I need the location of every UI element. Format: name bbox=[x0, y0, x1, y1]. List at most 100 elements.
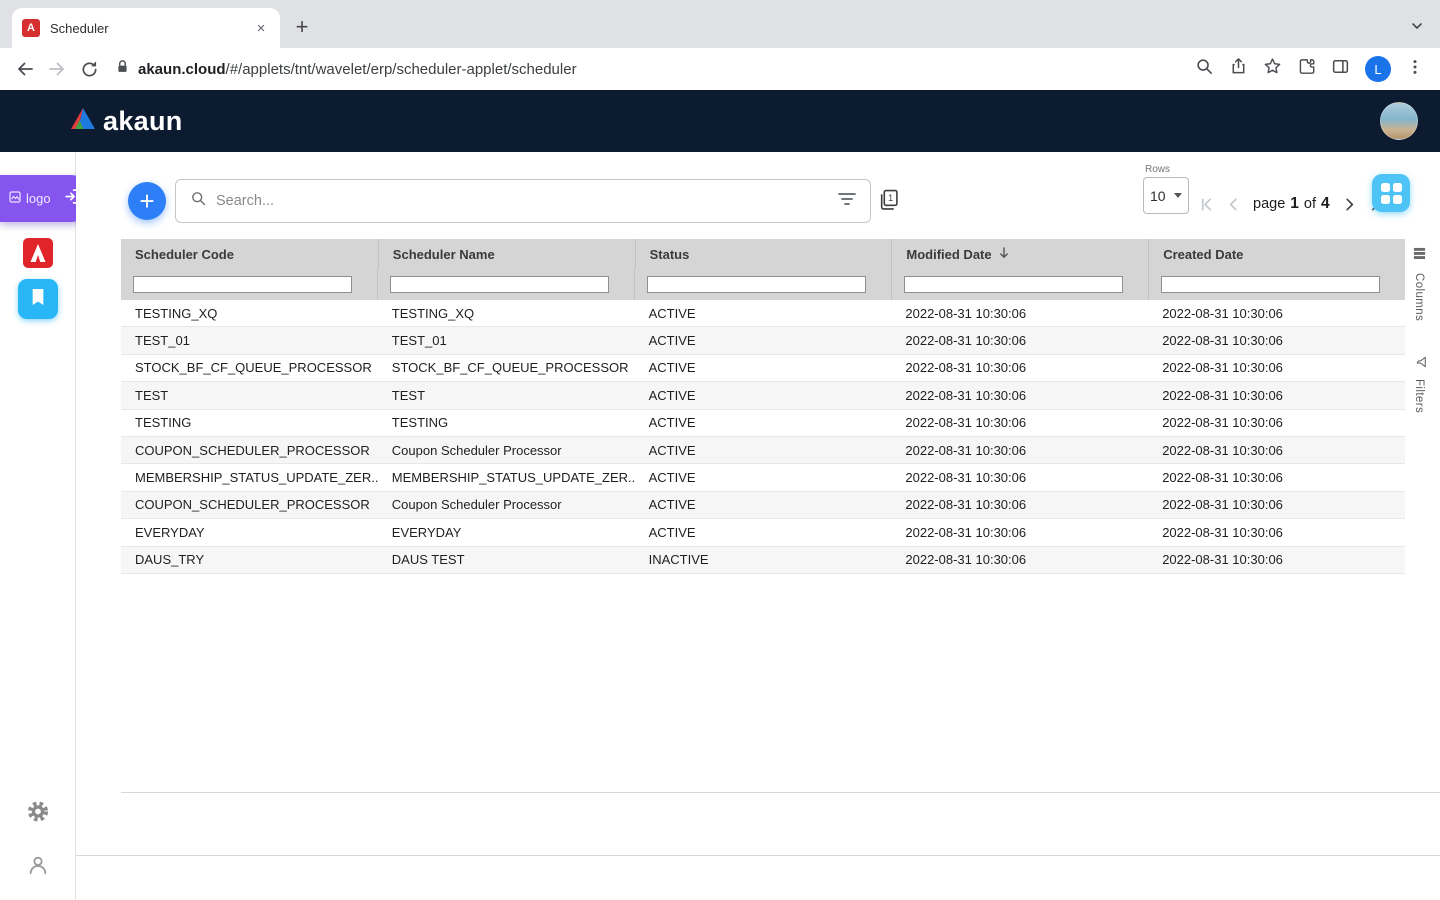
extensions-puzzle-icon[interactable] bbox=[1297, 57, 1316, 81]
left-sidebar: logo bbox=[0, 152, 76, 900]
cell-modified-date: 2022-08-31 10:30:06 bbox=[891, 492, 1148, 518]
cell-created-date: 2022-08-31 10:30:06 bbox=[1148, 492, 1405, 518]
reload-icon[interactable] bbox=[74, 54, 104, 84]
cell-status: ACTIVE bbox=[635, 437, 892, 463]
table-row[interactable]: TEST_01 TEST_01 ACTIVE 2022-08-31 10:30:… bbox=[121, 327, 1405, 354]
bookmark-applet-button[interactable] bbox=[18, 279, 58, 319]
tab-list-chevron-icon[interactable] bbox=[1410, 19, 1424, 38]
cell-created-date: 2022-08-31 10:30:06 bbox=[1148, 464, 1405, 490]
browser-menu-dots-icon[interactable] bbox=[1406, 58, 1424, 81]
filter-list-icon[interactable] bbox=[838, 192, 856, 211]
new-tab-button[interactable]: + bbox=[286, 11, 318, 43]
add-scheduler-button[interactable]: + bbox=[128, 182, 166, 220]
settings-gear-icon[interactable] bbox=[26, 800, 49, 828]
address-bar: akaun.cloud/#/applets/tnt/wavelet/erp/sc… bbox=[0, 48, 1440, 90]
table-row[interactable]: COUPON_SCHEDULER_PROCESSOR Coupon Schedu… bbox=[121, 437, 1405, 464]
filter-input-scheduler-code[interactable] bbox=[133, 276, 352, 293]
scheduler-table: Scheduler Code Scheduler Name Status Mod… bbox=[121, 239, 1431, 574]
rows-value: 10 bbox=[1150, 188, 1166, 204]
rows-select[interactable]: 10 bbox=[1143, 177, 1189, 214]
side-panel-icon[interactable] bbox=[1331, 57, 1350, 81]
page-word: page bbox=[1253, 196, 1285, 212]
cell-scheduler-name: DAUS TEST bbox=[378, 547, 635, 573]
main-content: + 1 Rows 10 bbox=[76, 152, 1440, 900]
brand-name: akaun bbox=[103, 106, 183, 137]
search-input[interactable] bbox=[216, 193, 829, 209]
back-icon[interactable] bbox=[10, 54, 40, 84]
cell-status: ACTIVE bbox=[635, 355, 892, 381]
forward-icon[interactable] bbox=[42, 54, 72, 84]
cell-modified-date: 2022-08-31 10:30:06 bbox=[891, 410, 1148, 436]
profile-avatar[interactable] bbox=[1380, 102, 1418, 140]
pages-copy-icon[interactable]: 1 bbox=[878, 189, 899, 215]
cell-modified-date: 2022-08-31 10:30:06 bbox=[891, 464, 1148, 490]
table-row[interactable]: COUPON_SCHEDULER_PROCESSOR Coupon Schedu… bbox=[121, 492, 1405, 519]
columns-panel-tab[interactable]: Columns bbox=[1413, 247, 1426, 321]
next-page-icon[interactable] bbox=[1338, 192, 1362, 216]
cell-scheduler-code: COUPON_SCHEDULER_PROCESSOR bbox=[121, 437, 378, 463]
sort-desc-icon[interactable] bbox=[998, 246, 1010, 263]
search-tabs-icon[interactable] bbox=[1195, 57, 1214, 81]
cell-scheduler-name: TEST bbox=[378, 382, 635, 408]
cell-status: ACTIVE bbox=[635, 382, 892, 408]
cell-created-date: 2022-08-31 10:30:06 bbox=[1148, 355, 1405, 381]
table-row[interactable]: TESTING TESTING ACTIVE 2022-08-31 10:30:… bbox=[121, 410, 1405, 437]
table-row[interactable]: TEST TEST ACTIVE 2022-08-31 10:30:06 202… bbox=[121, 382, 1405, 409]
grid-view-button[interactable] bbox=[1372, 174, 1410, 212]
cell-scheduler-name: TESTING_XQ bbox=[378, 300, 635, 326]
col-header-status[interactable]: Status bbox=[635, 239, 892, 269]
rows-label: Rows bbox=[1145, 164, 1189, 175]
bookmark-star-icon[interactable] bbox=[1263, 57, 1282, 81]
first-page-icon[interactable] bbox=[1194, 192, 1218, 216]
cell-scheduler-name: STOCK_BF_CF_QUEUE_PROCESSOR bbox=[378, 355, 635, 381]
cell-created-date: 2022-08-31 10:30:06 bbox=[1148, 382, 1405, 408]
page-of-word: of bbox=[1304, 196, 1316, 212]
brand-logo[interactable]: akaun bbox=[70, 106, 183, 137]
filter-input-status[interactable] bbox=[647, 276, 866, 293]
cell-status: ACTIVE bbox=[635, 300, 892, 326]
prev-page-icon[interactable] bbox=[1221, 192, 1245, 216]
cell-scheduler-code: MEMBERSHIP_STATUS_UPDATE_ZER... bbox=[121, 464, 378, 490]
filters-panel-tab[interactable]: Filters bbox=[1413, 353, 1425, 413]
filter-input-created-date[interactable] bbox=[1161, 276, 1380, 293]
url-domain: akaun.cloud bbox=[138, 61, 226, 78]
select-caret-icon bbox=[1174, 193, 1182, 198]
filters-tab-label: Filters bbox=[1413, 379, 1425, 413]
table-row[interactable]: EVERYDAY EVERYDAY ACTIVE 2022-08-31 10:3… bbox=[121, 519, 1405, 546]
filter-input-modified-date[interactable] bbox=[904, 276, 1123, 293]
cell-modified-date: 2022-08-31 10:30:06 bbox=[891, 519, 1148, 545]
browser-tab[interactable]: A Scheduler × bbox=[12, 8, 280, 48]
cell-scheduler-code: STOCK_BF_CF_QUEUE_PROCESSOR bbox=[121, 355, 378, 381]
table-row[interactable]: STOCK_BF_CF_QUEUE_PROCESSOR STOCK_BF_CF_… bbox=[121, 355, 1405, 382]
tab-close-icon[interactable]: × bbox=[252, 19, 270, 37]
omnibox[interactable]: akaun.cloud/#/applets/tnt/wavelet/erp/sc… bbox=[106, 59, 1181, 79]
cell-scheduler-name: TESTING bbox=[378, 410, 635, 436]
page-current: 1 bbox=[1290, 195, 1299, 213]
col-header-scheduler-name[interactable]: Scheduler Name bbox=[378, 239, 635, 269]
footer-divider bbox=[76, 855, 1440, 856]
browser-tab-strip: A Scheduler × + bbox=[0, 0, 1440, 48]
grid-apps-icon bbox=[1381, 183, 1402, 204]
rows-per-page: Rows 10 bbox=[1143, 164, 1189, 214]
account-person-icon[interactable] bbox=[27, 854, 49, 881]
tab-title: Scheduler bbox=[50, 21, 242, 36]
filter-input-scheduler-name[interactable] bbox=[390, 276, 609, 293]
page-total: 4 bbox=[1321, 195, 1330, 213]
cell-scheduler-name: Coupon Scheduler Processor bbox=[378, 492, 635, 518]
cell-scheduler-code: EVERYDAY bbox=[121, 519, 378, 545]
table-row[interactable]: TESTING_XQ TESTING_XQ ACTIVE 2022-08-31 … bbox=[121, 300, 1405, 327]
table-row[interactable]: DAUS_TRY DAUS TEST INACTIVE 2022-08-31 1… bbox=[121, 547, 1405, 574]
chrome-profile-avatar[interactable]: L bbox=[1365, 56, 1391, 82]
col-header-modified-date[interactable]: Modified Date bbox=[891, 239, 1148, 269]
pdf-applet-icon[interactable] bbox=[23, 238, 53, 273]
col-header-created-date[interactable]: Created Date bbox=[1148, 239, 1405, 269]
table-body: TESTING_XQ TESTING_XQ ACTIVE 2022-08-31 … bbox=[121, 300, 1405, 574]
cell-status: ACTIVE bbox=[635, 492, 892, 518]
cell-scheduler-code: TEST_01 bbox=[121, 327, 378, 353]
col-header-scheduler-code[interactable]: Scheduler Code bbox=[121, 239, 378, 269]
share-icon[interactable] bbox=[1229, 57, 1248, 81]
table-row[interactable]: MEMBERSHIP_STATUS_UPDATE_ZER... MEMBERSH… bbox=[121, 464, 1405, 491]
cell-status: ACTIVE bbox=[635, 519, 892, 545]
cell-scheduler-name: TEST_01 bbox=[378, 327, 635, 353]
site-favicon: A bbox=[22, 19, 40, 37]
